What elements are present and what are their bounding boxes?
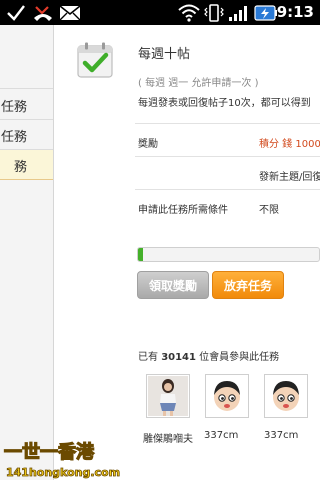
site-watermark: 一世一香港 141hongkong.com	[0, 436, 120, 480]
sidebar-item-2[interactable]: 任務	[0, 90, 53, 120]
calendar-check-icon	[76, 41, 114, 79]
condition-value: 不限	[259, 205, 279, 216]
member-avatar[interactable]	[205, 374, 249, 418]
task-title: 每週十帖	[138, 47, 191, 62]
reward-label: 獎勵	[138, 139, 158, 150]
task-progress-fill	[138, 248, 144, 261]
check-icon	[6, 3, 26, 22]
wifi-icon	[178, 3, 200, 22]
clock: 9:13	[276, 3, 314, 21]
task-description: 每週發表或回復帖子10次，都可以得到	[138, 98, 311, 109]
abandon-task-button[interactable]: 放弃任务	[212, 271, 284, 299]
sidebar-item-label: 任務	[0, 130, 27, 145]
sidebar-item-3[interactable]: 任務	[0, 120, 53, 150]
sidebar-item-1[interactable]	[0, 59, 53, 89]
task-progress-bar	[137, 247, 320, 262]
participant-count: 已有 30141 位會員參與此任務	[138, 348, 279, 363]
vibrate-icon	[204, 3, 224, 22]
task-frequency: ( 每週 週一 允許申請一次 )	[138, 78, 259, 89]
participant-number: 30141	[161, 352, 196, 363]
sidebar-item-active[interactable]: 務	[0, 150, 53, 180]
divider	[135, 189, 320, 190]
mail-icon	[59, 3, 81, 22]
watermark-line2: 141hongkong.com	[6, 466, 120, 479]
member-avatar[interactable]	[146, 374, 190, 418]
task-category-sidebar: 任務 任務 務	[0, 25, 54, 480]
divider	[135, 156, 320, 157]
sidebar-item-label: 務	[13, 160, 27, 175]
divider	[135, 123, 320, 124]
participant-suffix: 位會員參與此任務	[199, 352, 280, 363]
signal-icon	[228, 3, 250, 22]
participant-prefix: 已有	[138, 352, 158, 363]
member-name[interactable]: 337cm	[264, 430, 298, 441]
reward-detail: 發新主題/回復	[259, 172, 320, 183]
reward-value: 積分 錢 1000	[259, 139, 320, 150]
member-name[interactable]: 337cm	[204, 430, 238, 441]
watermark-line1: 一世一香港	[4, 442, 95, 463]
missed-call-icon	[32, 3, 54, 22]
sidebar-item-label: 任務	[0, 100, 27, 115]
condition-label: 申請此任務所需條件	[138, 205, 228, 216]
member-name[interactable]: 雕傑鵰嗰夫	[143, 430, 193, 445]
status-bar: 9:13	[0, 0, 320, 25]
member-avatar[interactable]	[264, 374, 308, 418]
claim-reward-button[interactable]: 領取獎勵	[137, 271, 209, 299]
task-detail-panel: 每週十帖 ( 每週 週一 允許申請一次 ) 每週發表或回復帖子10次，都可以得到…	[54, 25, 320, 480]
battery-icon	[254, 3, 278, 22]
